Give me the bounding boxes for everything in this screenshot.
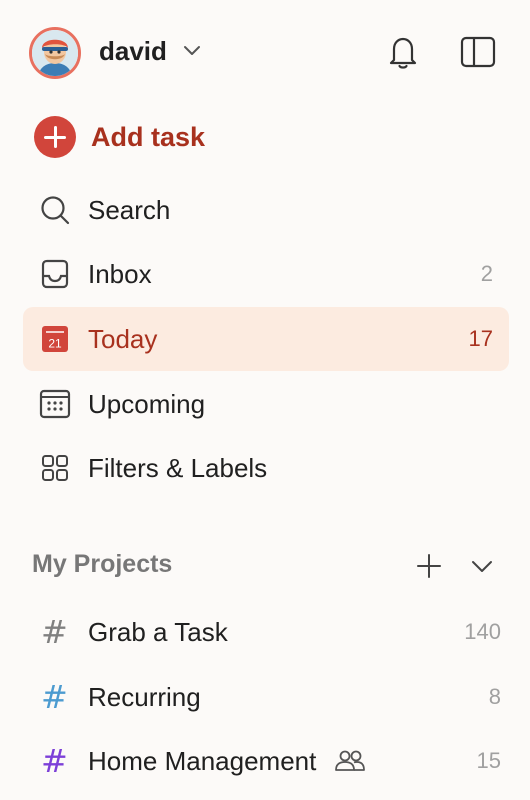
project-count: 8 — [488, 684, 501, 709]
grid-icon — [42, 455, 68, 481]
hash-icon: # — [41, 678, 68, 716]
project-label: Recurring — [88, 681, 201, 712]
chevron-down-icon[interactable] — [468, 553, 496, 579]
project-recurring[interactable]: # Recurring 8 — [23, 665, 509, 729]
nav-count: 2 — [480, 261, 493, 286]
nav-upcoming[interactable]: Upcoming — [23, 372, 509, 436]
nav-today[interactable]: 21 Today 17 — [23, 307, 509, 371]
sidebar-toggle-icon[interactable] — [460, 35, 496, 69]
today-date-badge: 21 — [48, 337, 62, 351]
nav-filters-labels[interactable]: Filters & Labels — [23, 436, 509, 500]
project-label: Grab a Task — [88, 616, 228, 647]
nav-label: Filters & Labels — [88, 452, 268, 483]
my-projects-title[interactable]: My Projects — [32, 550, 172, 579]
add-task-button[interactable]: Add task — [34, 116, 254, 158]
chevron-down-icon[interactable] — [180, 38, 204, 62]
shared-people-icon — [335, 750, 365, 771]
plus-circle-icon — [34, 116, 76, 158]
nav-search[interactable]: Search — [23, 178, 509, 242]
calendar-icon — [39, 389, 71, 419]
project-count: 15 — [476, 748, 501, 773]
project-home-management[interactable]: # Home Management 15 — [23, 729, 509, 793]
project-label: Home Management — [88, 745, 317, 776]
nav-label: Upcoming — [88, 388, 206, 419]
sidebar-header: david — [0, 0, 530, 105]
nav-inbox[interactable]: Inbox 2 — [23, 242, 509, 306]
user-name[interactable]: david — [99, 36, 167, 67]
search-icon — [41, 196, 70, 225]
avatar-image — [32, 30, 78, 76]
bell-icon[interactable] — [386, 34, 420, 70]
nav-label: Inbox — [88, 258, 152, 289]
inbox-icon — [41, 259, 69, 289]
plus-icon[interactable] — [414, 551, 444, 581]
nav-label: Search — [88, 194, 171, 225]
nav-count: 17 — [468, 326, 493, 351]
add-task-label: Add task — [91, 121, 206, 152]
avatar[interactable] — [29, 27, 81, 79]
nav-label: Today — [88, 323, 158, 354]
project-count: 140 — [464, 619, 501, 644]
calendar-today-icon: 21 — [42, 326, 68, 352]
hash-icon: # — [41, 613, 68, 651]
project-grab-a-task[interactable]: # Grab a Task 140 — [23, 600, 509, 664]
hash-icon: # — [41, 742, 68, 780]
